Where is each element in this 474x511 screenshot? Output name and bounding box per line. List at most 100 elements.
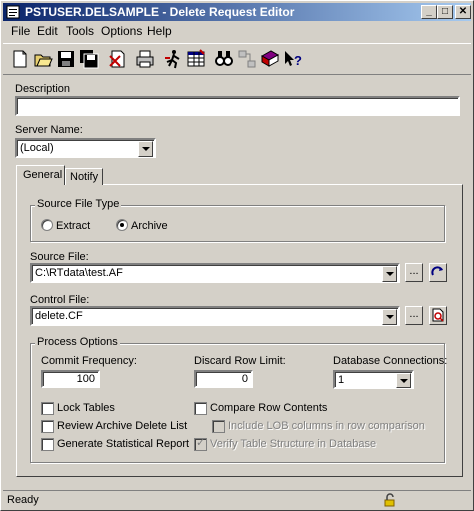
refresh-icon [431, 266, 443, 276]
view-file-icon [432, 308, 444, 322]
server-name-dropdown-button[interactable] [138, 141, 153, 157]
archive-radio[interactable] [116, 219, 128, 231]
delete-button[interactable] [106, 48, 128, 70]
description-field[interactable] [15, 96, 460, 116]
control-file-dropdown-button[interactable] [382, 309, 397, 325]
tab-notify[interactable]: Notify [65, 168, 103, 185]
generate-statistical-report-checkbox[interactable] [41, 438, 54, 451]
lock-tables-label[interactable]: Lock Tables [57, 402, 115, 414]
commit-frequency-value: 100 [76, 373, 95, 385]
server-name-value: (Local) [20, 142, 54, 154]
menu-help[interactable]: Help [147, 24, 172, 38]
open-icon [34, 54, 53, 67]
menu-bar: File Edit Tools Options Help [3, 22, 471, 40]
relationships-button[interactable] [236, 48, 258, 70]
new-icon [13, 50, 27, 68]
print-button[interactable] [134, 48, 156, 70]
control-file-browse-button[interactable]: ... [405, 306, 423, 325]
control-file-label: Control File: [30, 294, 90, 306]
extract-radio-label[interactable]: Extract [56, 220, 90, 232]
table-icon [187, 49, 205, 67]
source-file-combo[interactable]: C:\RTdata\test.AF [30, 263, 400, 283]
discard-row-limit-input[interactable]: 0 [194, 370, 253, 388]
run-icon [165, 50, 180, 69]
book-button[interactable] [259, 48, 281, 70]
control-file-view-button[interactable] [429, 306, 447, 325]
database-connections-select[interactable]: 1 [333, 370, 414, 389]
menu-options[interactable]: Options [101, 24, 142, 38]
minimize-icon: _ [426, 6, 432, 17]
save-icon [58, 51, 74, 67]
verify-table-structure-checkbox[interactable] [194, 436, 207, 451]
source-file-type-title: Source File Type [35, 198, 122, 210]
save-all-button[interactable] [78, 48, 100, 70]
source-file-browse-button[interactable]: ... [405, 263, 423, 282]
menu-edit[interactable]: Edit [37, 24, 58, 38]
database-connections-label: Database Connections: [333, 355, 448, 367]
description-label: Description [15, 83, 71, 95]
discard-row-limit-label: Discard Row Limit: [194, 355, 286, 367]
process-options-title: Process Options [35, 336, 120, 348]
status-text: Ready [7, 494, 39, 506]
server-name-label: Server Name: [15, 124, 83, 136]
open-button[interactable] [32, 48, 54, 70]
source-file-dropdown-button[interactable] [382, 266, 397, 282]
archive-radio-label[interactable]: Archive [131, 220, 168, 232]
extract-radio[interactable] [41, 219, 53, 231]
source-file-browse-label: ... [409, 265, 419, 277]
save-all-icon [80, 50, 99, 69]
save-button[interactable] [55, 48, 77, 70]
window-title: PSTUSER.DELSAMPLE - Delete Request Edito… [25, 5, 295, 19]
close-icon: ✕ [458, 6, 468, 17]
unlock-icon [384, 493, 395, 507]
run-button[interactable] [162, 48, 184, 70]
toolbar: ? [3, 43, 471, 75]
tab-notify-label: Notify [70, 171, 99, 183]
help-button[interactable]: ? [282, 48, 304, 70]
source-file-label: Source File: [30, 251, 89, 263]
relationships-icon [238, 50, 256, 68]
review-archive-delete-list-label[interactable]: Review Archive Delete List [57, 420, 187, 432]
source-file-value: C:\RTdata\test.AF [35, 267, 123, 279]
include-lob-columns-label: Include LOB columns in row comparison [228, 420, 425, 432]
compare-row-contents-checkbox[interactable] [194, 402, 207, 415]
delete-icon [109, 50, 125, 68]
tab-general-label: General [23, 169, 63, 181]
table-button[interactable] [185, 48, 207, 70]
review-archive-delete-list-checkbox[interactable] [41, 420, 54, 433]
help-icon: ? [285, 51, 302, 68]
maximize-icon: □ [441, 6, 449, 17]
application-window: PSTUSER.DELSAMPLE - Delete Request Edito… [0, 0, 474, 511]
compare-row-contents-label[interactable]: Compare Row Contents [210, 402, 327, 414]
database-connections-value: 1 [338, 374, 345, 386]
commit-frequency-input[interactable]: 100 [41, 370, 100, 388]
browse-icon [215, 51, 233, 66]
verify-table-structure-label: Verify Table Structure in Database [210, 438, 377, 450]
source-file-type-group [30, 205, 445, 242]
control-file-combo[interactable]: delete.CF [30, 306, 400, 326]
lock-tables-checkbox[interactable] [41, 402, 54, 415]
status-bar: Ready [3, 490, 471, 509]
book-icon [260, 50, 280, 67]
control-file-browse-label: ... [409, 308, 419, 320]
title-bar[interactable]: PSTUSER.DELSAMPLE - Delete Request Edito… [3, 3, 471, 21]
menu-tools[interactable]: Tools [66, 24, 94, 38]
discard-row-limit-value: 0 [241, 373, 248, 385]
svg-text:?: ? [294, 53, 302, 68]
minimize-button[interactable]: _ [421, 5, 437, 19]
database-connections-dropdown-button[interactable] [396, 373, 411, 388]
maximize-button[interactable]: □ [437, 5, 453, 19]
new-button[interactable] [9, 48, 31, 70]
control-file-value: delete.CF [35, 310, 83, 322]
browse-button[interactable] [213, 48, 235, 70]
close-button[interactable]: ✕ [455, 5, 471, 19]
server-name-select[interactable]: (Local) [15, 138, 156, 158]
print-icon [136, 50, 154, 68]
include-lob-columns-checkbox[interactable] [212, 420, 225, 433]
tab-general[interactable]: General [16, 165, 65, 185]
commit-frequency-label: Commit Frequency: [41, 355, 137, 367]
menu-file[interactable]: File [11, 24, 30, 38]
app-icon[interactable] [6, 5, 20, 19]
generate-statistical-report-label[interactable]: Generate Statistical Report [57, 438, 189, 450]
source-file-refresh-button[interactable] [429, 263, 447, 282]
